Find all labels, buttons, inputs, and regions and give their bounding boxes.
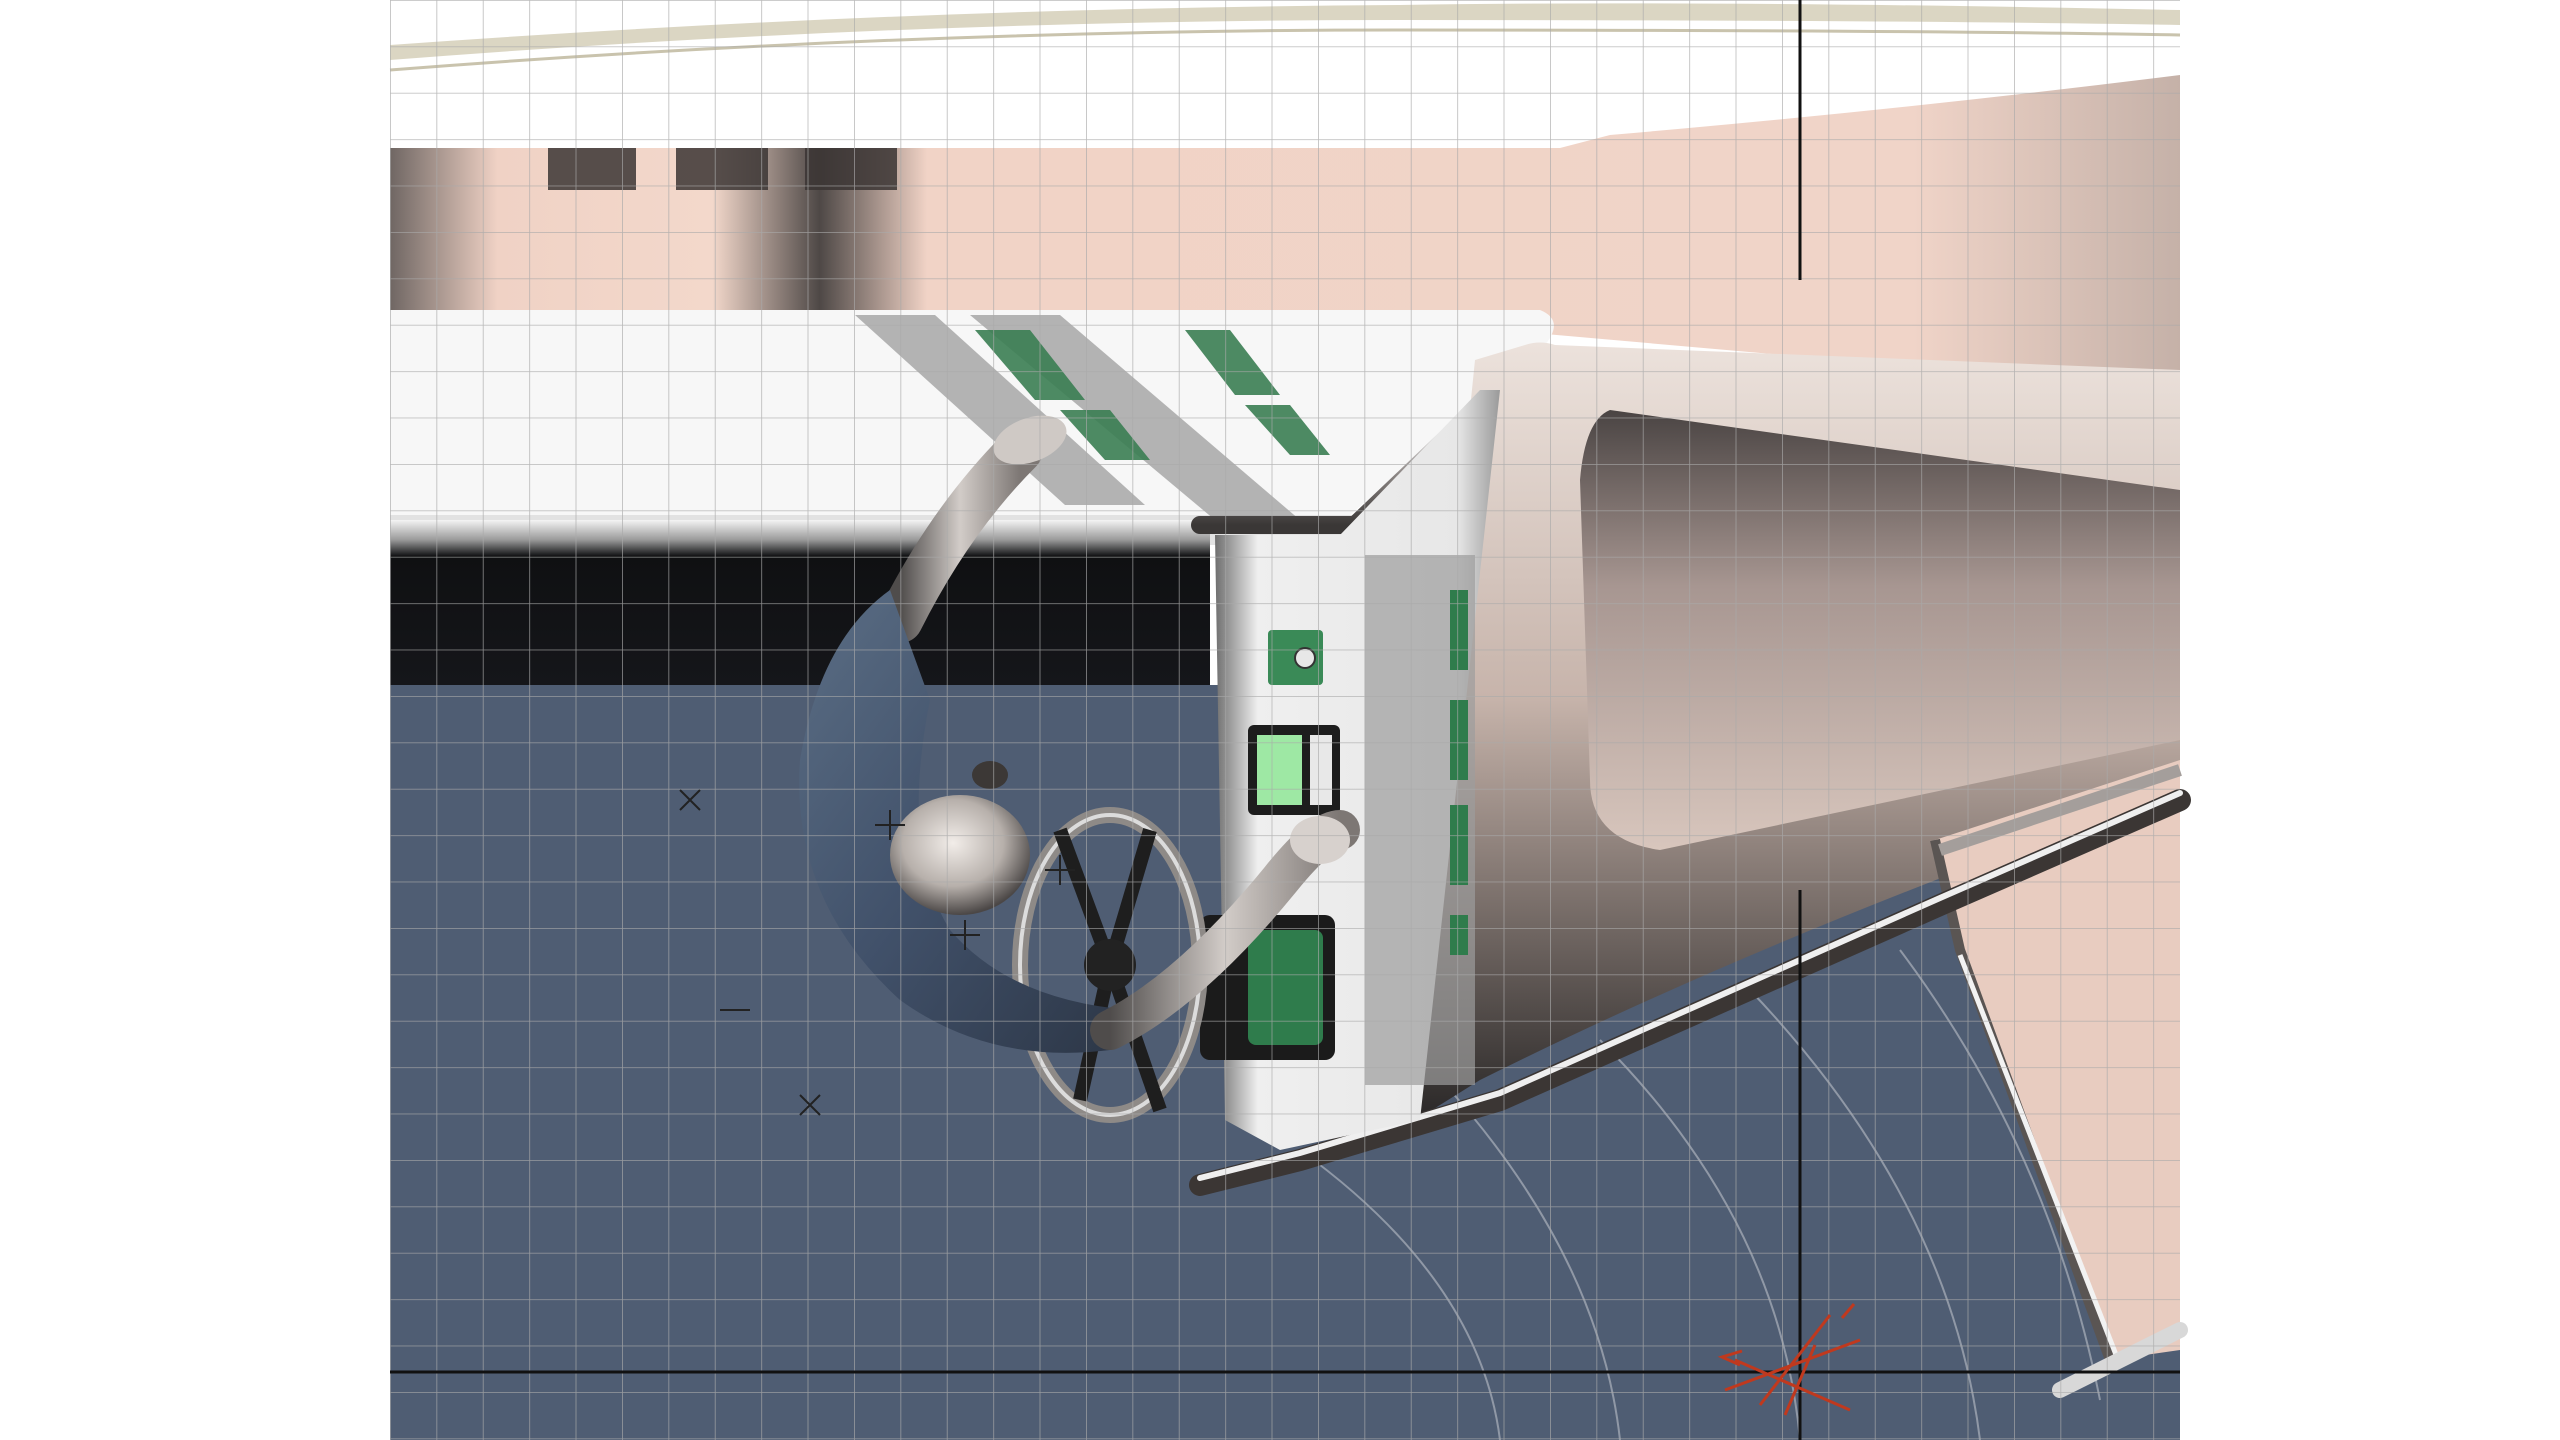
viewport-grid [390, 0, 2180, 1440]
3d-viewport[interactable] [0, 0, 2560, 1440]
viewport-frame [0, 0, 2560, 1440]
